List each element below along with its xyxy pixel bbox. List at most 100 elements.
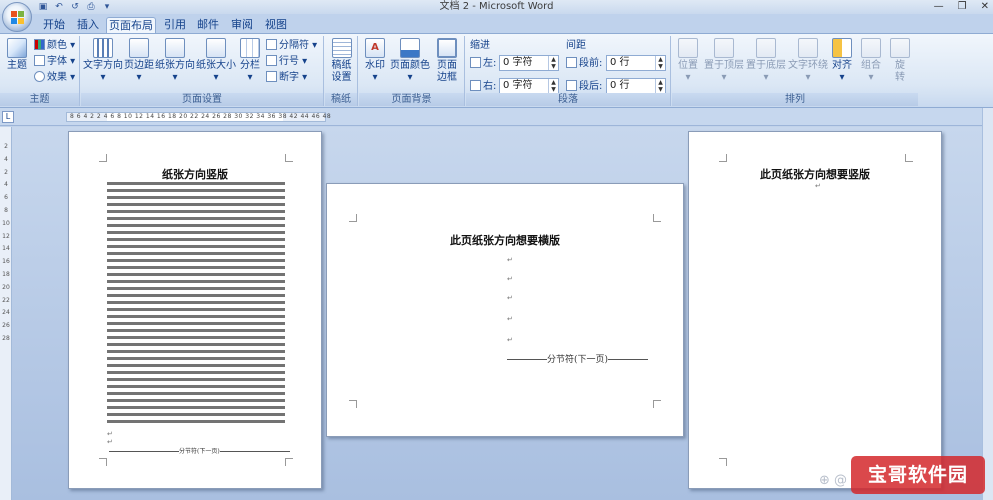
indent-right-input[interactable]: 0 字符 ▲ ▼ [499,78,559,94]
breaks-button[interactable]: 分隔符 ▾ [266,39,317,52]
crop-mark [285,458,293,466]
redo-icon[interactable]: ↺ [70,2,80,12]
theme-effects-button[interactable]: 效果 ▾ [34,71,75,84]
group-page-background: A 水印 ▾ 页面颜色 ▾ 页面 边框 页面背景 [359,36,465,106]
indent-left-value: 0 字符 [503,57,533,68]
breaks-label: 分隔符 [279,40,309,51]
theme-colors-button[interactable]: 颜色 ▾ [34,39,75,52]
spinner-icon[interactable]: ▲ ▼ [548,56,558,70]
horizontal-ruler[interactable]: L 8 6 4 2 2 4 6 8 10 12 14 16 18 20 22 2… [0,108,993,126]
vertical-scrollbar[interactable] [982,108,993,500]
ruler-numbers: 8 6 4 2 2 4 6 8 10 12 14 16 18 20 22 24 … [70,113,332,120]
page-1-title[interactable]: 纸张方向竖版 [69,166,321,182]
group-button[interactable]: 组合 ▾ [858,38,884,84]
group-label-arrange: 排列 [672,93,918,106]
page-1[interactable]: 纸张方向竖版 ↵ ↵ 分节符(下一页) [68,131,322,489]
tab-mailings[interactable]: 邮件 [194,17,222,34]
customize-qat-icon[interactable]: ▾ [102,2,112,12]
crop-mark [99,458,107,466]
spacing-before-text: 段前: [579,58,603,69]
spinner-icon[interactable]: ▲ ▼ [655,79,665,93]
vruler-num: 6 [4,194,8,202]
size-label: 纸张大小 [196,60,236,71]
margins-button[interactable]: 页边距 ▾ [124,38,154,84]
bring-to-front-button[interactable]: 置于顶层 ▾ [704,38,744,84]
group-label-themes: 主题 [0,93,79,106]
tab-references[interactable]: 引用 [161,17,189,34]
vruler-num: 28 [2,334,10,342]
align-button[interactable]: 对齐 ▾ [830,38,854,84]
undo-icon[interactable]: ↶ [54,2,64,12]
rotate-button[interactable]: 旋转 [888,38,912,84]
vruler-num: 2 [4,143,8,150]
draft-paper-icon [331,38,352,58]
page-color-button[interactable]: 页面颜色 ▾ [390,38,430,84]
vruler-num: 18 [2,270,10,278]
tab-insert[interactable]: 插入 [74,17,102,34]
indent-right-text: 右: [483,81,497,92]
vruler-num: 2 [4,168,8,176]
minimize-button[interactable]: — [934,0,944,14]
indent-left-input[interactable]: 0 字符 ▲ ▼ [499,55,559,71]
page-2[interactable]: 此页纸张方向想要横版 ↵ ↵ ↵ ↵ ↵ 分节符(下一页) [326,183,684,437]
vertical-ruler[interactable]: 2 4 2 4 6 8 10 12 14 16 18 20 22 24 26 2… [0,127,12,500]
hyphenation-button[interactable]: 断字 ▾ [266,71,307,84]
vruler-num: 20 [2,283,10,291]
position-button[interactable]: 位置 ▾ [675,38,701,84]
page-1-body-text[interactable] [107,182,285,426]
send-to-back-label: 置于底层 [746,60,786,71]
breaks-icon [266,39,277,50]
title-bar: 文档 2 - Microsoft Word ▣ ↶ ↺ ⎙ ▾ — ❐ ✕ [0,0,993,14]
theme-fonts-button[interactable]: 字体 ▾ [34,55,75,68]
spacing-after-value: 0 行 [610,80,630,91]
tab-selector-icon[interactable]: L [2,111,14,123]
page-2-title[interactable]: 此页纸张方向想要横版 [327,232,683,248]
page-color-label: 页面颜色 [390,60,430,71]
restore-button[interactable]: ❐ [958,0,967,14]
office-button[interactable] [2,2,32,32]
orientation-button[interactable]: 纸张方向 ▾ [155,38,195,84]
tab-view[interactable]: 视图 [262,17,290,34]
spinner-icon[interactable]: ▲ ▼ [655,56,665,70]
site-watermark: 宝哥软件园 [851,456,985,494]
spacing-before-input[interactable]: 0 行 ▲ ▼ [606,55,666,71]
office-logo-icon [11,11,17,17]
columns-label: 分栏 [240,60,260,71]
crop-mark [99,154,107,162]
page-borders-label-1: 页面 [437,60,457,71]
columns-button[interactable]: 分栏 ▾ [238,38,262,84]
bring-to-front-label: 置于顶层 [704,60,744,71]
text-wrapping-icon [798,38,818,58]
page-borders-button[interactable]: 页面 边框 [433,38,461,84]
crop-mark [719,458,727,466]
send-to-back-button[interactable]: 置于底层 ▾ [746,38,786,84]
text-wrapping-button[interactable]: 文字环绕 ▾ [788,38,828,84]
crop-mark [719,154,727,162]
page-color-icon [400,38,420,58]
size-button[interactable]: 纸张大小 ▾ [196,38,236,84]
spacing-after-input[interactable]: 0 行 ▲ ▼ [606,78,666,94]
tab-home[interactable]: 开始 [40,17,68,34]
spacing-heading: 间距 [566,40,586,51]
font-icon [34,55,45,66]
text-direction-icon [93,38,113,58]
margins-icon [129,38,149,58]
draft-paper-button[interactable]: 稿纸 设置 [328,38,355,84]
text-direction-button[interactable]: 文字方向 ▾ [83,38,123,84]
group-label-paragraph: 段落 [466,93,670,106]
tab-page-layout[interactable]: 页面布局 [106,17,156,34]
spinner-icon[interactable]: ▲ ▼ [548,79,558,93]
position-label: 位置 [678,60,698,71]
indent-right-label: 右: [470,80,496,93]
page-3[interactable]: 此页纸张方向想要竖版 ↵ [688,131,942,489]
page-3-title[interactable]: 此页纸张方向想要竖版 [689,166,941,182]
group-label-page-setup: 页面设置 [81,93,323,106]
tab-review[interactable]: 审阅 [228,17,256,34]
watermark-button[interactable]: A 水印 ▾ [361,38,389,84]
close-button[interactable]: ✕ [981,0,989,14]
themes-button[interactable]: 主题 [4,38,30,72]
line-numbers-button[interactable]: 行号 ▾ [266,55,307,68]
quick-access-toolbar: ▣ ↶ ↺ ⎙ ▾ [36,0,112,14]
print-icon[interactable]: ⎙ [86,2,96,12]
save-icon[interactable]: ▣ [38,2,48,12]
